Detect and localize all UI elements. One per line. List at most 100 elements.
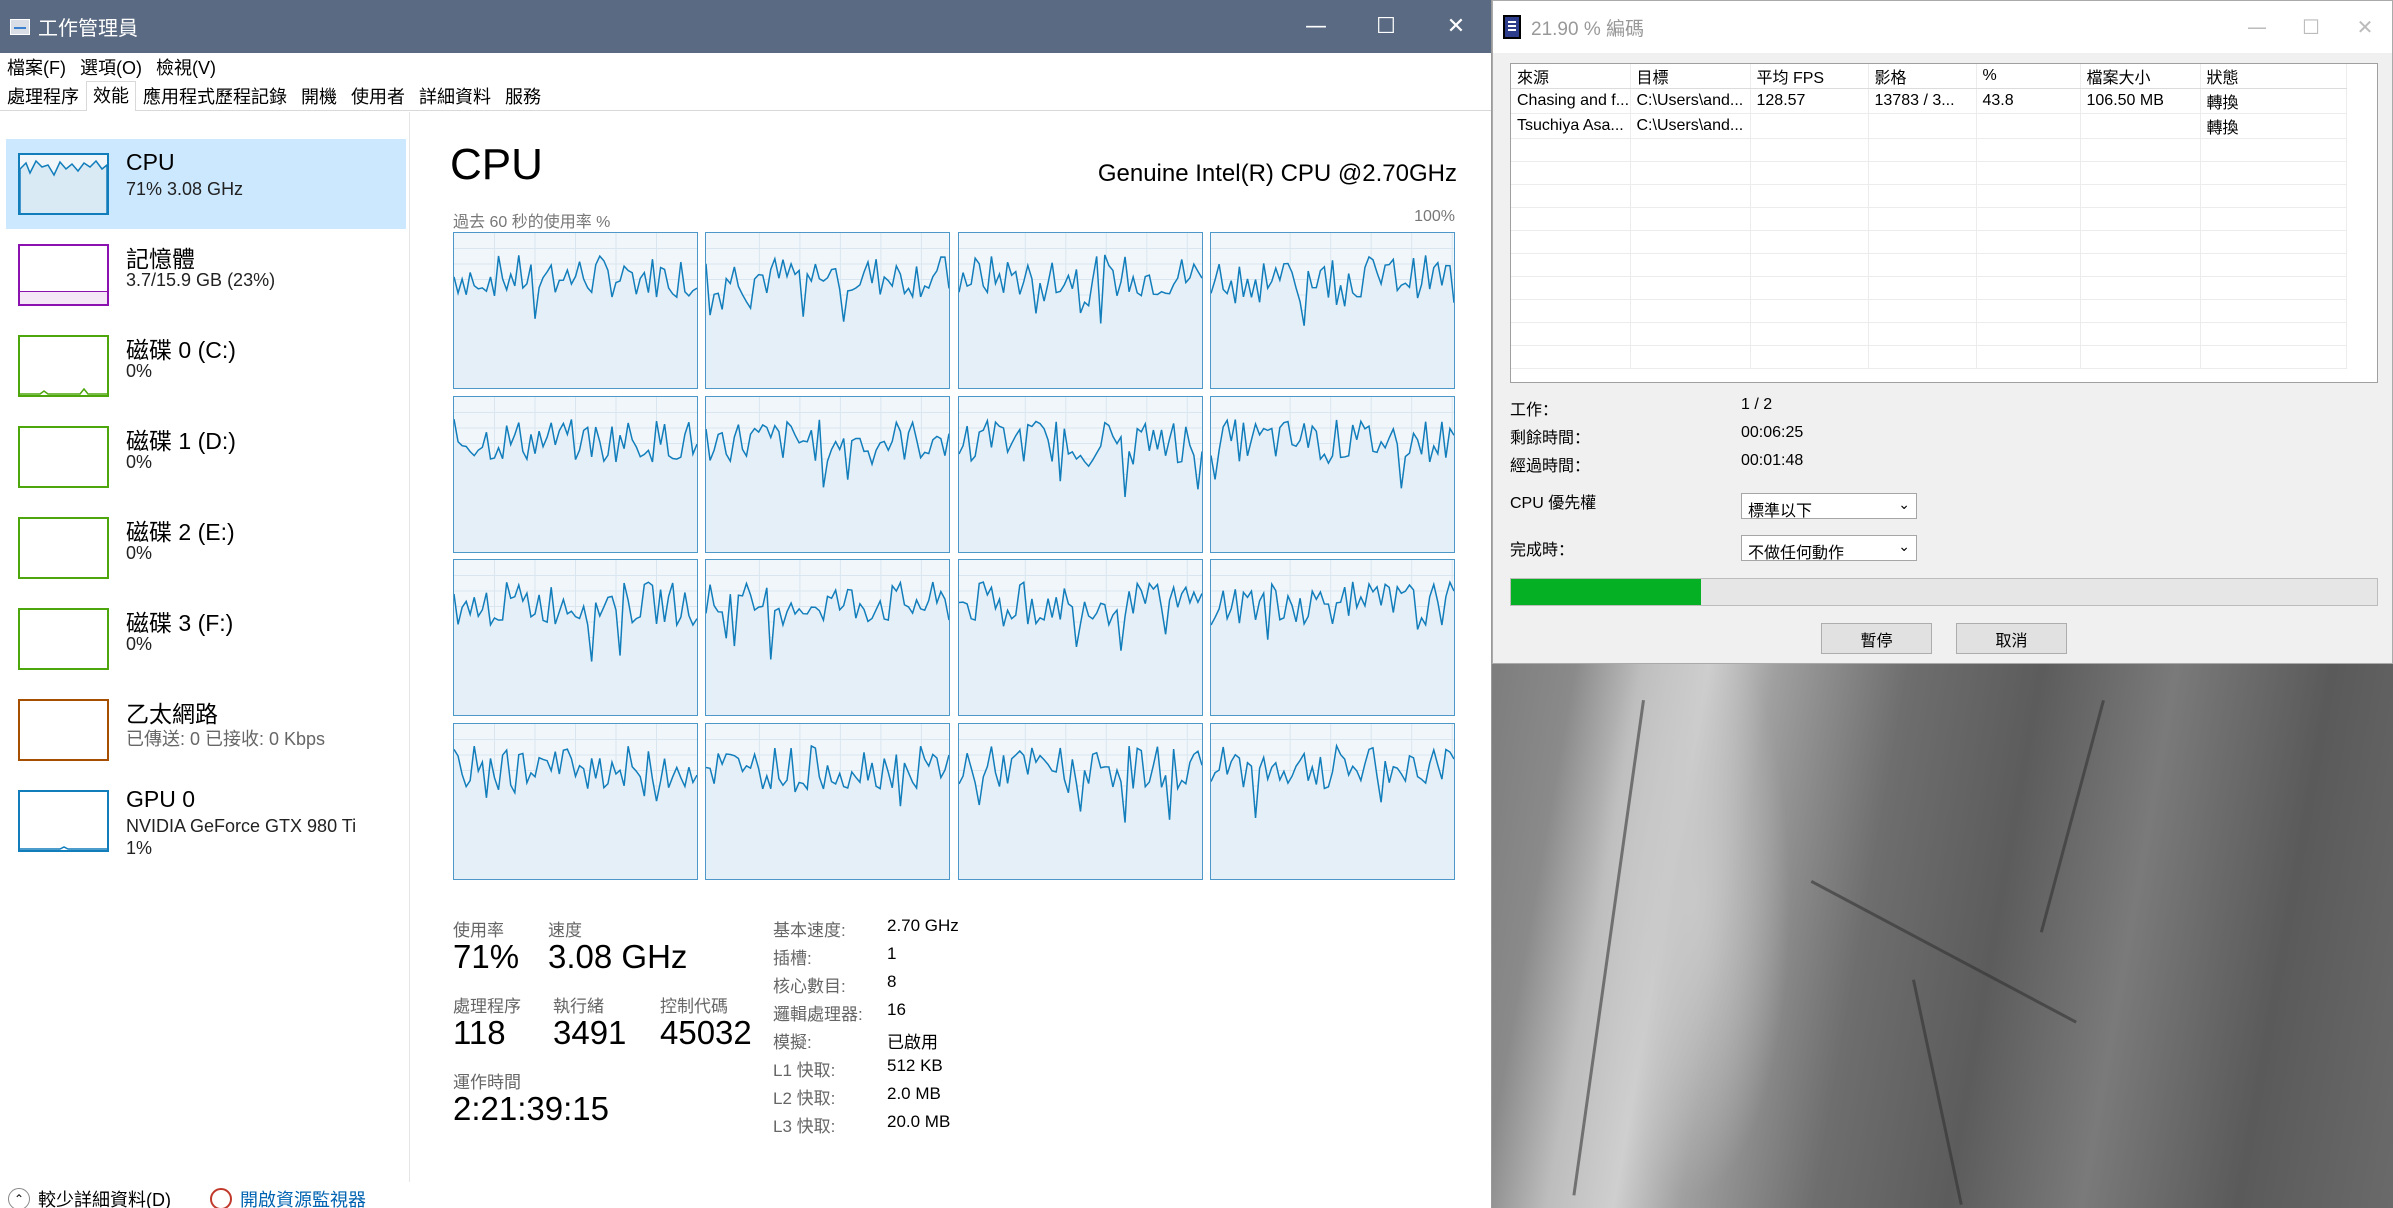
speed-value: 3.08 GHz [548, 938, 688, 975]
encoder-title: 21.90 % 編碼 [1531, 18, 1644, 40]
logical-processor-graph [453, 395, 698, 553]
sidebar-disk0-value: 0% [126, 361, 153, 381]
sidebar-cpu-name: CPU [126, 149, 175, 175]
sidebar-item-ethernet[interactable]: 乙太網路 已傳送: 0 已接收: 0 Kbps [6, 685, 406, 775]
on-complete-select[interactable]: 不做任何動作 ⌄ [1741, 535, 1917, 562]
sidebar-disk2-value: 0% [126, 543, 153, 563]
tab-app-history[interactable]: 應用程式歷程記錄 [136, 82, 294, 110]
disk3-thumbnail-graph [18, 608, 109, 670]
cpu-thumbnail-graph [18, 153, 109, 215]
tab-details[interactable]: 詳細資料 [412, 82, 498, 110]
encoder-title-bar[interactable]: 21.90 % 編碼 — ☐ ✕ [1493, 1, 2392, 53]
column-header[interactable]: 檔案大小 [2080, 64, 2201, 89]
ethernet-thumbnail-graph [18, 699, 109, 761]
encoder-close-button[interactable]: ✕ [2338, 1, 2392, 53]
graph-caption: 過去 60 秒的使用率 % [453, 214, 611, 231]
menu-file[interactable]: 檔案(F) [0, 54, 73, 80]
table-row[interactable]: Chasing and f... C:\Users\and... 128.57 137… [1511, 88, 2347, 114]
sidebar-disk2-name: 磁碟 2 (E:) [126, 519, 235, 545]
tab-processes[interactable]: 處理程序 [0, 82, 86, 110]
spec-label: 插槽: [773, 949, 812, 968]
cpu-model-name: Genuine Intel(R) CPU @2.70GHz [1097, 160, 1457, 187]
logical-processor-graph [1209, 722, 1455, 880]
tab-services[interactable]: 服務 [498, 82, 548, 110]
maximize-button[interactable]: ☐ [1351, 0, 1421, 53]
table-cell: C:\Users\and... [1630, 88, 1751, 114]
column-header[interactable]: 平均 FPS [1750, 64, 1869, 89]
logical-processor-graph [705, 395, 951, 553]
tab-startup[interactable]: 開機 [294, 82, 344, 110]
logical-processor-graphs[interactable] [453, 232, 1455, 992]
sidebar-item-disk2[interactable]: 磁碟 2 (E:) 0% [6, 503, 406, 593]
open-resource-monitor-label: 開啟資源監視器 [240, 1190, 366, 1208]
sidebar-gpu-name: GPU 0 [126, 786, 196, 812]
table-row[interactable]: Tsuchiya Asa... C:\Users\and... 轉換 [1511, 113, 2347, 139]
sidebar-ethernet-value: 已傳送: 0 已接收: 0 Kbps [126, 725, 325, 751]
sidebar-item-disk1[interactable]: 磁碟 1 (D:) 0% [6, 412, 406, 502]
table-header-row: 來源 目標 平均 FPS 影格% 檔案大小 狀態 [1511, 64, 2347, 89]
encoding-window: 21.90 % 編碼 — ☐ ✕ 來源 目標 平均 FPS 影格% 檔案大小 狀態 Cha… [1492, 0, 2393, 664]
logical-processor-graph [453, 559, 698, 716]
empty-row [1511, 322, 2347, 346]
table-cell [1976, 113, 2081, 139]
sidebar-disk3-value: 0% [126, 634, 153, 654]
close-button[interactable]: ✕ [1421, 0, 1491, 53]
uptime-value: 2:21:39:15 [453, 1090, 609, 1127]
sidebar-item-gpu[interactable]: GPU 0 NVIDIA GeForce GTX 980 Ti 1% [6, 776, 406, 866]
empty-row [1511, 345, 2347, 369]
fewer-details-button[interactable]: ⌃ 較少詳細資料(D) [8, 1186, 171, 1208]
sidebar-item-cpu[interactable]: CPU 71% 3.08 GHz [6, 139, 406, 229]
column-header[interactable]: 影格 [1868, 64, 1977, 89]
progress-fill [1511, 579, 1701, 605]
table-cell [2080, 113, 2201, 139]
tab-performance[interactable]: 效能 [86, 81, 136, 111]
column-header[interactable]: 目標 [1630, 64, 1751, 89]
tab-bar: 處理程序 效能 應用程式歷程記錄 開機 使用者 詳細資料 服務 [0, 81, 1491, 111]
spec-label: 基本速度: [773, 921, 846, 940]
sidebar-memory-value: 3.7/15.9 GB (23%) [126, 270, 276, 290]
spec-value: 1 [887, 944, 897, 963]
cancel-button[interactable]: 取消 [1956, 623, 2067, 654]
chevron-down-icon: ⌄ [1898, 538, 1910, 554]
minimize-button[interactable]: — [1281, 0, 1351, 53]
empty-row [1511, 253, 2347, 277]
encoding-job-table[interactable]: 來源 目標 平均 FPS 影格% 檔案大小 狀態 Chasing and f... C:\U… [1510, 63, 2378, 383]
table-cell: C:\Users\and... [1630, 113, 1751, 139]
sidebar-memory-name: 記憶體 [126, 246, 195, 272]
column-header[interactable]: 狀態 [2200, 64, 2347, 89]
remaining-time-value: 00:06:25 [1741, 424, 1804, 441]
task-manager-window: 工作管理員 — ☐ ✕ 檔案(F) 選項(O) 檢視(V) 處理程序 效能 應用… [0, 0, 1492, 1208]
sidebar-item-disk3[interactable]: 磁碟 3 (F:) 0% [6, 594, 406, 684]
encoder-minimize-button[interactable]: — [2230, 1, 2284, 53]
spec-value: 16 [887, 1000, 906, 1019]
sidebar-gpu-value: 1% [126, 838, 153, 858]
sidebar-disk1-name: 磁碟 1 (D:) [126, 428, 236, 454]
film-icon [1503, 15, 1521, 39]
column-header[interactable]: 來源 [1511, 64, 1631, 89]
cpu-priority-select[interactable]: 標準以下 ⌄ [1741, 493, 1917, 520]
menu-view[interactable]: 檢視(V) [149, 54, 223, 80]
title-bar[interactable]: 工作管理員 — ☐ ✕ [0, 0, 1491, 53]
logical-processor-graph [957, 722, 1203, 880]
open-resource-monitor-link[interactable]: 開啟資源監視器 [210, 1186, 366, 1208]
handles-value: 45032 [660, 1014, 752, 1051]
gpu-thumbnail-graph [18, 790, 109, 852]
pause-button[interactable]: 暫停 [1821, 623, 1932, 654]
menu-options[interactable]: 選項(O) [73, 54, 149, 80]
ethernet-sent-received-label: 已傳送: 0 已接收: 0 Kbps [126, 729, 326, 749]
sidebar-item-memory[interactable]: 記憶體 3.7/15.9 GB (23%) [6, 230, 406, 320]
spec-value: 20.0 MB [887, 1112, 951, 1131]
tab-users[interactable]: 使用者 [344, 82, 412, 110]
sidebar-disk0-name: 磁碟 0 (C:) [126, 337, 236, 363]
encoding-progress-bar [1510, 578, 2378, 606]
logical-processor-graph [957, 395, 1203, 553]
encoder-maximize-button[interactable]: ☐ [2284, 1, 2338, 53]
column-header[interactable]: % [1976, 64, 2081, 89]
empty-row [1511, 299, 2347, 323]
logical-processor-graph [957, 232, 1203, 389]
job-value: 1 / 2 [1741, 396, 1773, 413]
spec-value: 8 [887, 972, 897, 991]
sidebar-item-disk0[interactable]: 磁碟 0 (C:) 0% [6, 321, 406, 411]
table-cell [1868, 113, 1977, 139]
footer: ⌃ 較少詳細資料(D) 開啟資源監視器 [0, 1182, 1492, 1208]
